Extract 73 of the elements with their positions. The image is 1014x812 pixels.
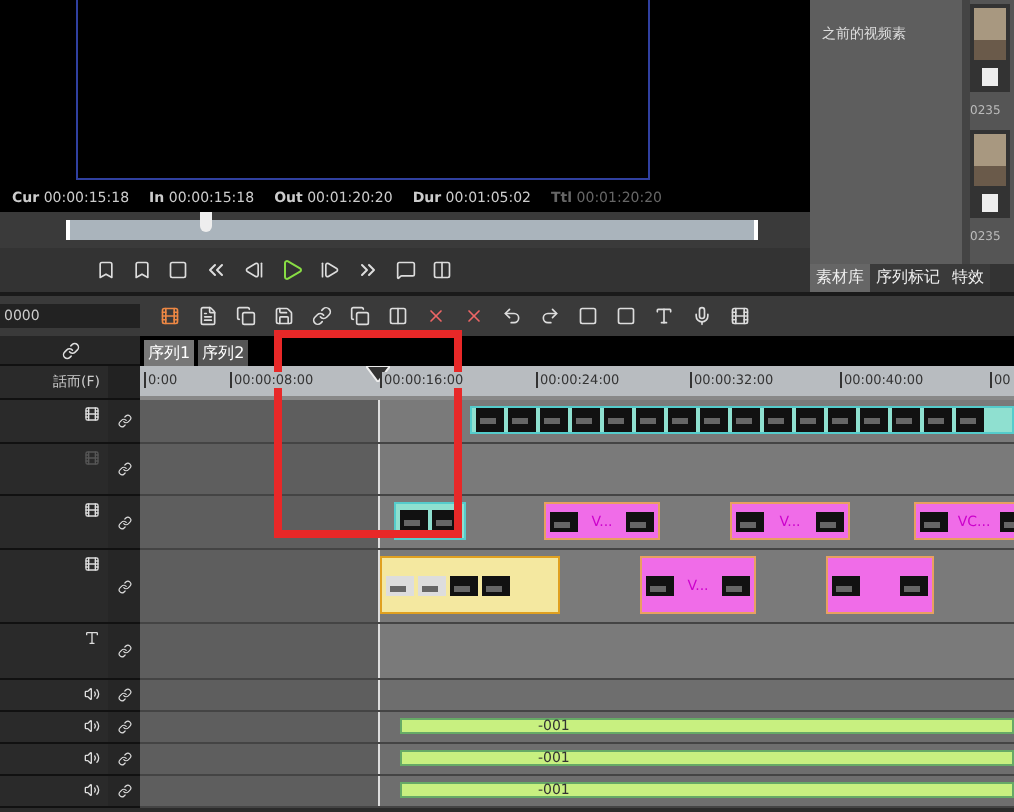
frame-thumbnail [722,575,750,595]
frame-thumbnail [636,408,664,432]
sync-icon[interactable] [117,579,131,593]
sync-icon[interactable] [117,515,131,529]
frame-thumbnail [476,408,504,432]
frame-thumbnail [508,408,536,432]
frame-thumbnail [646,575,674,595]
frame-thumbnail [828,408,856,432]
stop-icon[interactable] [168,260,188,280]
toolbar-icon[interactable] [464,306,484,326]
track-icon[interactable] [84,450,100,466]
frame-thumbnail [572,408,600,432]
link-icon[interactable] [61,341,79,359]
track-icon[interactable] [84,782,100,798]
frame-thumbnail [832,575,860,595]
frame-thumbnail [400,509,428,533]
track-icon[interactable] [84,750,100,766]
frame-thumbnail [892,408,920,432]
frame-thumbnail [450,575,478,595]
frame-thumbnail [736,511,764,531]
sequence-tab[interactable]: 序列2 [198,340,249,366]
track-icon[interactable] [84,718,100,734]
step-back-icon[interactable] [244,260,264,280]
video-clip[interactable] [380,556,560,614]
frame-thumbnail [732,408,760,432]
toolbar-icon[interactable] [350,306,370,326]
sync-icon[interactable] [117,720,131,734]
step-forward-icon[interactable] [320,260,340,280]
frame-thumbnail [920,511,948,531]
frame-thumbnail [764,408,792,432]
frame-thumbnail [604,408,632,432]
track-icon[interactable] [84,630,100,646]
frame-thumbnail [796,408,824,432]
rewind-icon[interactable] [204,258,228,282]
video-clip[interactable] [470,406,1014,434]
scrub-handle[interactable] [199,212,212,232]
panel-tab[interactable]: 序列标记 [870,264,946,292]
fast-forward-icon[interactable] [356,258,380,282]
frame-thumbnail [956,408,984,432]
track-icon[interactable] [84,686,100,702]
frame-thumbnail [860,408,888,432]
sync-icon[interactable] [117,462,131,476]
sync-icon[interactable] [117,752,131,766]
frame-thumbnail [668,408,696,432]
toolbar-icon[interactable] [236,306,256,326]
mark-out-icon[interactable] [132,260,152,280]
panel-tab[interactable]: 素材库 [810,264,870,292]
frame-thumbnail [550,511,578,531]
frame-thumbnail [700,408,728,432]
frame-thumbnail [900,575,928,595]
frame-thumbnail [418,575,446,595]
sync-icon[interactable] [117,644,131,658]
sync-icon[interactable] [117,784,131,798]
toolbar-icon[interactable] [426,306,446,326]
toolbar-icon[interactable] [160,306,180,326]
frame-thumbnail [816,511,844,531]
frame-thumbnail [626,511,654,531]
frame-thumbnail [386,575,414,595]
panel-tab[interactable]: 特效 [946,264,990,292]
frame-thumbnail [540,408,568,432]
toolbar-icon[interactable] [692,306,712,326]
play-icon[interactable] [280,258,304,282]
toolbar-icon[interactable] [312,306,332,326]
sync-icon[interactable] [117,414,131,428]
toolbar-icon[interactable] [540,306,560,326]
toolbar-icon[interactable] [502,306,522,326]
sync-icon[interactable] [117,688,131,702]
toolbar-icon[interactable] [654,306,674,326]
video-clip[interactable] [826,556,934,614]
sequence-tab[interactable]: 序列1 [144,340,195,366]
frame-thumbnail [924,408,952,432]
mark-in-icon[interactable] [96,260,116,280]
frame-thumbnail [482,575,510,595]
